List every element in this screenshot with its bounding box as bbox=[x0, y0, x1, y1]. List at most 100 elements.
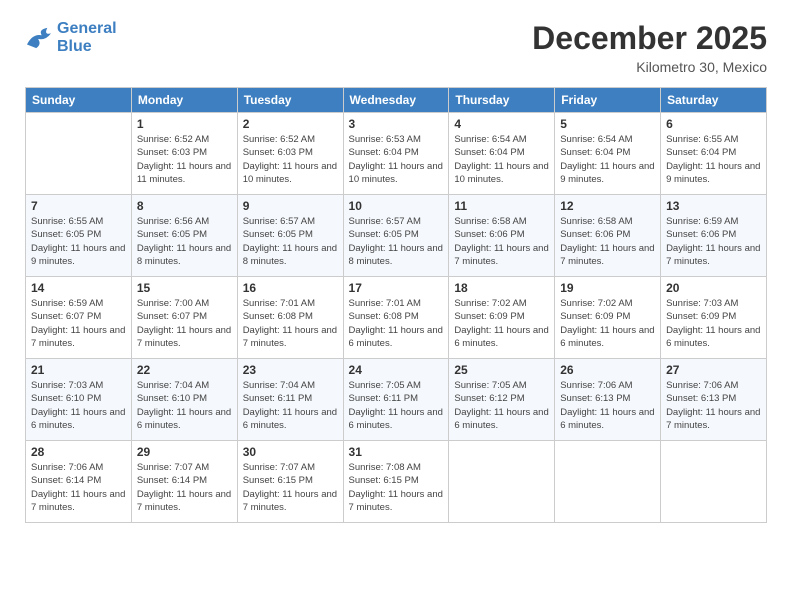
sunset-text: Sunset: 6:04 PM bbox=[560, 146, 655, 159]
sunset-text: Sunset: 6:15 PM bbox=[243, 474, 338, 487]
calendar-cell: 24 Sunrise: 7:05 AM Sunset: 6:11 PM Dayl… bbox=[343, 359, 449, 441]
sunset-text: Sunset: 6:11 PM bbox=[243, 392, 338, 405]
daylight-text: Daylight: 11 hours and 7 minutes. bbox=[666, 242, 761, 269]
sunrise-text: Sunrise: 6:57 AM bbox=[349, 215, 444, 228]
day-info: Sunrise: 7:04 AM Sunset: 6:11 PM Dayligh… bbox=[243, 379, 338, 432]
sunset-text: Sunset: 6:06 PM bbox=[560, 228, 655, 241]
sunset-text: Sunset: 6:04 PM bbox=[454, 146, 549, 159]
calendar-cell: 21 Sunrise: 7:03 AM Sunset: 6:10 PM Dayl… bbox=[26, 359, 132, 441]
daylight-text: Daylight: 11 hours and 7 minutes. bbox=[137, 488, 232, 515]
sunset-text: Sunset: 6:10 PM bbox=[137, 392, 232, 405]
calendar-cell: 7 Sunrise: 6:55 AM Sunset: 6:05 PM Dayli… bbox=[26, 195, 132, 277]
daylight-text: Daylight: 11 hours and 9 minutes. bbox=[31, 242, 126, 269]
calendar-cell: 16 Sunrise: 7:01 AM Sunset: 6:08 PM Dayl… bbox=[237, 277, 343, 359]
header-monday: Monday bbox=[131, 88, 237, 113]
month-title: December 2025 bbox=[532, 20, 767, 57]
sunset-text: Sunset: 6:12 PM bbox=[454, 392, 549, 405]
sunrise-text: Sunrise: 7:05 AM bbox=[349, 379, 444, 392]
sunrise-text: Sunrise: 6:55 AM bbox=[31, 215, 126, 228]
calendar-cell: 23 Sunrise: 7:04 AM Sunset: 6:11 PM Dayl… bbox=[237, 359, 343, 441]
sunset-text: Sunset: 6:13 PM bbox=[666, 392, 761, 405]
day-info: Sunrise: 7:00 AM Sunset: 6:07 PM Dayligh… bbox=[137, 297, 232, 350]
calendar-week-3: 21 Sunrise: 7:03 AM Sunset: 6:10 PM Dayl… bbox=[26, 359, 767, 441]
calendar-cell: 17 Sunrise: 7:01 AM Sunset: 6:08 PM Dayl… bbox=[343, 277, 449, 359]
calendar-cell: 19 Sunrise: 7:02 AM Sunset: 6:09 PM Dayl… bbox=[555, 277, 661, 359]
sunset-text: Sunset: 6:06 PM bbox=[666, 228, 761, 241]
calendar-cell: 22 Sunrise: 7:04 AM Sunset: 6:10 PM Dayl… bbox=[131, 359, 237, 441]
day-info: Sunrise: 7:06 AM Sunset: 6:14 PM Dayligh… bbox=[31, 461, 126, 514]
sunrise-text: Sunrise: 7:06 AM bbox=[560, 379, 655, 392]
daylight-text: Daylight: 11 hours and 11 minutes. bbox=[137, 160, 232, 187]
calendar-cell: 29 Sunrise: 7:07 AM Sunset: 6:14 PM Dayl… bbox=[131, 441, 237, 523]
day-info: Sunrise: 7:05 AM Sunset: 6:12 PM Dayligh… bbox=[454, 379, 549, 432]
calendar-cell: 10 Sunrise: 6:57 AM Sunset: 6:05 PM Dayl… bbox=[343, 195, 449, 277]
day-number: 29 bbox=[137, 445, 232, 459]
sunrise-text: Sunrise: 6:59 AM bbox=[666, 215, 761, 228]
day-info: Sunrise: 6:57 AM Sunset: 6:05 PM Dayligh… bbox=[349, 215, 444, 268]
daylight-text: Daylight: 11 hours and 6 minutes. bbox=[137, 406, 232, 433]
day-number: 24 bbox=[349, 363, 444, 377]
day-number: 21 bbox=[31, 363, 126, 377]
day-info: Sunrise: 7:03 AM Sunset: 6:10 PM Dayligh… bbox=[31, 379, 126, 432]
calendar-cell: 11 Sunrise: 6:58 AM Sunset: 6:06 PM Dayl… bbox=[449, 195, 555, 277]
sunset-text: Sunset: 6:14 PM bbox=[137, 474, 232, 487]
calendar-cell: 14 Sunrise: 6:59 AM Sunset: 6:07 PM Dayl… bbox=[26, 277, 132, 359]
sunrise-text: Sunrise: 7:03 AM bbox=[666, 297, 761, 310]
day-info: Sunrise: 6:59 AM Sunset: 6:07 PM Dayligh… bbox=[31, 297, 126, 350]
day-number: 7 bbox=[31, 199, 126, 213]
daylight-text: Daylight: 11 hours and 6 minutes. bbox=[243, 406, 338, 433]
day-info: Sunrise: 7:01 AM Sunset: 6:08 PM Dayligh… bbox=[243, 297, 338, 350]
daylight-text: Daylight: 11 hours and 7 minutes. bbox=[137, 324, 232, 351]
daylight-text: Daylight: 11 hours and 8 minutes. bbox=[349, 242, 444, 269]
day-info: Sunrise: 6:52 AM Sunset: 6:03 PM Dayligh… bbox=[137, 133, 232, 186]
calendar-cell: 18 Sunrise: 7:02 AM Sunset: 6:09 PM Dayl… bbox=[449, 277, 555, 359]
daylight-text: Daylight: 11 hours and 6 minutes. bbox=[560, 324, 655, 351]
sunset-text: Sunset: 6:03 PM bbox=[137, 146, 232, 159]
day-info: Sunrise: 6:57 AM Sunset: 6:05 PM Dayligh… bbox=[243, 215, 338, 268]
sunset-text: Sunset: 6:15 PM bbox=[349, 474, 444, 487]
calendar-cell bbox=[555, 441, 661, 523]
sunrise-text: Sunrise: 6:54 AM bbox=[454, 133, 549, 146]
sunset-text: Sunset: 6:11 PM bbox=[349, 392, 444, 405]
day-number: 5 bbox=[560, 117, 655, 131]
day-number: 8 bbox=[137, 199, 232, 213]
day-number: 22 bbox=[137, 363, 232, 377]
sunrise-text: Sunrise: 6:54 AM bbox=[560, 133, 655, 146]
sunset-text: Sunset: 6:08 PM bbox=[243, 310, 338, 323]
logo-text: General Blue bbox=[57, 20, 117, 56]
day-number: 9 bbox=[243, 199, 338, 213]
day-info: Sunrise: 6:54 AM Sunset: 6:04 PM Dayligh… bbox=[560, 133, 655, 186]
header-tuesday: Tuesday bbox=[237, 88, 343, 113]
day-number: 1 bbox=[137, 117, 232, 131]
calendar-cell: 9 Sunrise: 6:57 AM Sunset: 6:05 PM Dayli… bbox=[237, 195, 343, 277]
sunrise-text: Sunrise: 7:01 AM bbox=[349, 297, 444, 310]
logo: General Blue bbox=[25, 20, 117, 56]
calendar-cell: 28 Sunrise: 7:06 AM Sunset: 6:14 PM Dayl… bbox=[26, 441, 132, 523]
calendar-cell: 12 Sunrise: 6:58 AM Sunset: 6:06 PM Dayl… bbox=[555, 195, 661, 277]
daylight-text: Daylight: 11 hours and 7 minutes. bbox=[31, 488, 126, 515]
sunrise-text: Sunrise: 7:06 AM bbox=[666, 379, 761, 392]
day-number: 28 bbox=[31, 445, 126, 459]
day-info: Sunrise: 7:03 AM Sunset: 6:09 PM Dayligh… bbox=[666, 297, 761, 350]
day-number: 6 bbox=[666, 117, 761, 131]
sunrise-text: Sunrise: 7:06 AM bbox=[31, 461, 126, 474]
daylight-text: Daylight: 11 hours and 7 minutes. bbox=[243, 324, 338, 351]
daylight-text: Daylight: 11 hours and 10 minutes. bbox=[454, 160, 549, 187]
calendar-cell: 3 Sunrise: 6:53 AM Sunset: 6:04 PM Dayli… bbox=[343, 113, 449, 195]
header: General Blue December 2025 Kilometro 30,… bbox=[25, 20, 767, 75]
sunrise-text: Sunrise: 7:00 AM bbox=[137, 297, 232, 310]
day-info: Sunrise: 7:07 AM Sunset: 6:14 PM Dayligh… bbox=[137, 461, 232, 514]
sunset-text: Sunset: 6:04 PM bbox=[666, 146, 761, 159]
sunrise-text: Sunrise: 7:05 AM bbox=[454, 379, 549, 392]
sunrise-text: Sunrise: 7:02 AM bbox=[454, 297, 549, 310]
day-number: 17 bbox=[349, 281, 444, 295]
sunrise-text: Sunrise: 6:55 AM bbox=[666, 133, 761, 146]
day-info: Sunrise: 6:53 AM Sunset: 6:04 PM Dayligh… bbox=[349, 133, 444, 186]
daylight-text: Daylight: 11 hours and 8 minutes. bbox=[137, 242, 232, 269]
daylight-text: Daylight: 11 hours and 6 minutes. bbox=[31, 406, 126, 433]
sunset-text: Sunset: 6:08 PM bbox=[349, 310, 444, 323]
day-number: 20 bbox=[666, 281, 761, 295]
daylight-text: Daylight: 11 hours and 6 minutes. bbox=[454, 324, 549, 351]
calendar-week-0: 1 Sunrise: 6:52 AM Sunset: 6:03 PM Dayli… bbox=[26, 113, 767, 195]
calendar-cell: 2 Sunrise: 6:52 AM Sunset: 6:03 PM Dayli… bbox=[237, 113, 343, 195]
